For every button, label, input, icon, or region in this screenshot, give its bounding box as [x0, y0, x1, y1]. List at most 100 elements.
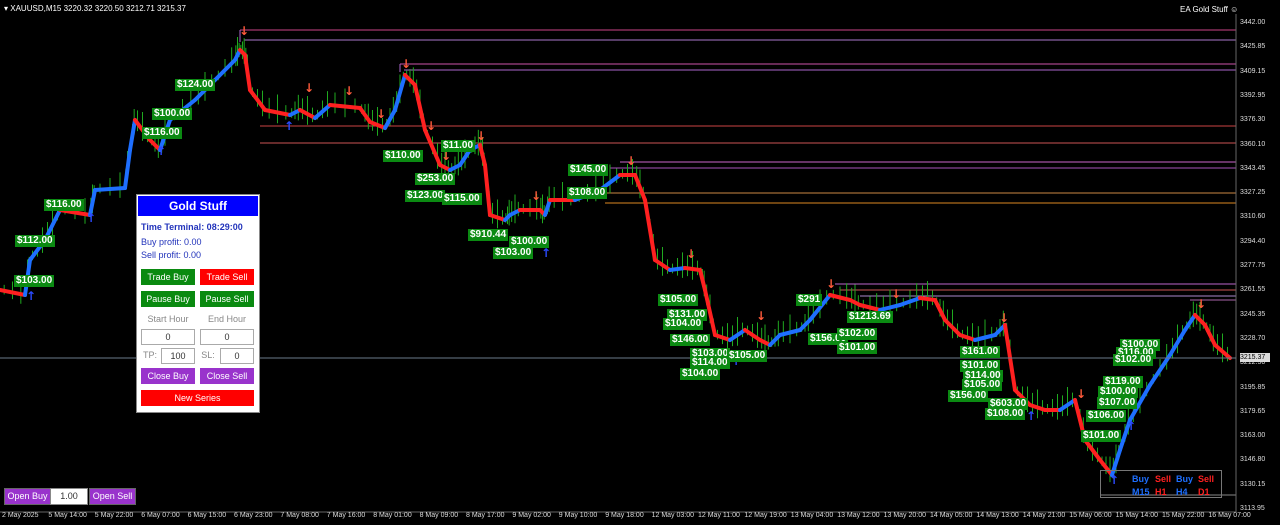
- sell-arrow-icon: ↓: [826, 277, 836, 291]
- smiley-icon: ☺: [1230, 5, 1239, 14]
- current-price-tag: 3215.37: [1240, 353, 1270, 362]
- profit-label: $145.00: [568, 164, 609, 176]
- sell-arrow-icon: ↓: [476, 129, 486, 143]
- timeframe-label: M15: [1132, 487, 1150, 497]
- profit-label: $103.00: [493, 247, 534, 259]
- date-tick-label: 13 May 04:00: [790, 512, 834, 519]
- date-tick-label: 5 May 14:00: [48, 512, 87, 519]
- end-hour-input[interactable]: 0: [200, 329, 254, 345]
- date-tick-label: 6 May 23:00: [234, 512, 273, 519]
- profit-label: $156.00: [948, 390, 989, 402]
- timeframe-label: H4: [1176, 487, 1188, 497]
- price-tick-label: 3179.65: [1240, 407, 1266, 415]
- date-tick-label: 13 May 20:00: [883, 512, 927, 519]
- date-tick-label: 9 May 18:00: [605, 512, 644, 519]
- profit-label: $103.00: [14, 275, 55, 287]
- buy-arrow-icon: ↑: [284, 119, 294, 133]
- buy-profit: Buy profit: 0.00: [141, 237, 202, 247]
- date-tick-label: 8 May 01:00: [373, 512, 412, 519]
- price-tick-label: 3442.00: [1240, 19, 1266, 26]
- sell-arrow-icon: ↓: [686, 247, 696, 261]
- new-series-button[interactable]: New Series: [141, 390, 254, 406]
- signal-direction-label: Buy: [1176, 474, 1194, 484]
- symbol-info-text: XAUUSD,M15 3220.32 3220.50 3212.71 3215.…: [10, 4, 186, 13]
- profit-label: $105.00: [727, 350, 768, 362]
- open-sell-button[interactable]: Open Sell: [89, 488, 136, 505]
- date-tick-label: 6 May 15:00: [187, 512, 227, 519]
- timeframe-label: D1: [1198, 487, 1210, 497]
- price-tick-label: 3327.25: [1240, 189, 1266, 197]
- sell-profit: Sell profit: 0.00: [141, 250, 202, 260]
- price-tick-label: 3392.95: [1240, 91, 1266, 99]
- date-tick-label: 16 May 07:00: [1208, 512, 1251, 519]
- buy-arrow-icon: ↑: [26, 289, 36, 303]
- pause-buy-button[interactable]: Pause Buy: [141, 291, 195, 307]
- trend-segment: [643, 198, 657, 262]
- buy-arrow-icon: ↑: [541, 246, 551, 260]
- close-buy-button[interactable]: Close Buy: [141, 368, 195, 384]
- date-tick-label: 15 May 22:00: [1162, 512, 1205, 519]
- sell-arrow-icon: ↓: [401, 57, 411, 71]
- profit-label: $101.00: [1081, 430, 1122, 442]
- sell-arrow-icon: ↓: [1196, 297, 1206, 311]
- close-sell-button[interactable]: Close Sell: [200, 368, 254, 384]
- date-tick-label: 5 May 22:00: [94, 512, 134, 519]
- date-tick-label: 6 May 07:00: [141, 512, 180, 519]
- date-tick-label: 14 May 13:00: [976, 512, 1019, 519]
- profit-label: $146.00: [670, 334, 711, 346]
- start-hour-input[interactable]: 0: [141, 329, 195, 345]
- sell-arrow-icon: ↓: [531, 189, 541, 203]
- level-lines: [239, 29, 1236, 496]
- profit-label: $104.00: [680, 368, 721, 380]
- price-tick-label: 3310.60: [1240, 213, 1266, 221]
- profit-label: $102.00: [837, 328, 878, 340]
- sell-arrow-icon: ↓: [239, 24, 249, 38]
- tp-input[interactable]: 100: [161, 348, 195, 364]
- trend-segment: [93, 186, 127, 192]
- profit-label: $116.00: [44, 199, 84, 211]
- ea-name-text: EA Gold Stuff: [1180, 5, 1228, 14]
- trend-segment: [918, 296, 937, 302]
- pause-sell-button[interactable]: Pause Sell: [200, 291, 254, 307]
- profit-label: $108.00: [567, 187, 608, 199]
- open-buy-button[interactable]: Open Buy: [4, 488, 51, 505]
- price-tick-label: 3277.75: [1240, 262, 1266, 269]
- profit-label: $291: [796, 294, 823, 306]
- profit-label: $106.00: [1086, 410, 1127, 422]
- symbol-info: ▾ XAUUSD,M15 3220.32 3220.50 3212.71 321…: [4, 4, 186, 13]
- sell-arrow-icon: ↓: [756, 309, 766, 323]
- price-tick-label: 3113.95: [1240, 505, 1265, 512]
- date-tick-label: 9 May 10:00: [558, 512, 598, 519]
- lot-size-input[interactable]: 1.00: [50, 488, 88, 505]
- date-tick-label: 9 May 02:00: [512, 512, 551, 519]
- sl-input[interactable]: 0: [220, 348, 254, 364]
- price-tick-label: 3294.40: [1240, 237, 1266, 245]
- profit-label: $123.00: [405, 190, 446, 202]
- price-tick-label: 3163.00: [1240, 432, 1266, 440]
- date-tick-label: 12 May 03:00: [651, 512, 695, 519]
- signal-direction-label: Sell: [1155, 474, 1172, 484]
- date-tick-label: 2 May 2025: [2, 512, 39, 519]
- signal-direction-label: Buy: [1132, 474, 1150, 484]
- sell-arrow-icon: ↓: [891, 287, 901, 301]
- profit-label: $1213.69: [847, 311, 893, 323]
- profit-label: $11.00: [441, 140, 476, 152]
- profit-label: $116.00: [142, 127, 182, 139]
- date-tick-label: 8 May 17:00: [466, 512, 505, 519]
- profit-label: $115.00: [442, 193, 482, 205]
- buy-arrow-icon: ↑: [156, 144, 166, 158]
- gold-stuff-panel: Gold Stuff Time Terminal: 08:29:00 Buy p…: [136, 194, 260, 413]
- sell-arrow-icon: ↓: [426, 119, 436, 133]
- price-tick-label: 3228.70: [1240, 334, 1266, 342]
- trade-sell-button[interactable]: Trade Sell: [200, 269, 254, 285]
- trend-segment: [683, 266, 702, 272]
- trend-segment: [543, 198, 552, 217]
- sell-arrow-icon: ↓: [1076, 387, 1086, 401]
- date-tick-label: 8 May 09:00: [419, 512, 459, 519]
- profit-label: $910.44: [468, 229, 509, 241]
- sell-arrow-icon: ↓: [344, 84, 354, 98]
- signal-direction-label: Sell: [1198, 474, 1215, 484]
- price-tick-label: 3360.10: [1240, 140, 1266, 148]
- date-tick-label: 12 May 11:00: [698, 512, 740, 519]
- trade-buy-button[interactable]: Trade Buy: [141, 269, 195, 285]
